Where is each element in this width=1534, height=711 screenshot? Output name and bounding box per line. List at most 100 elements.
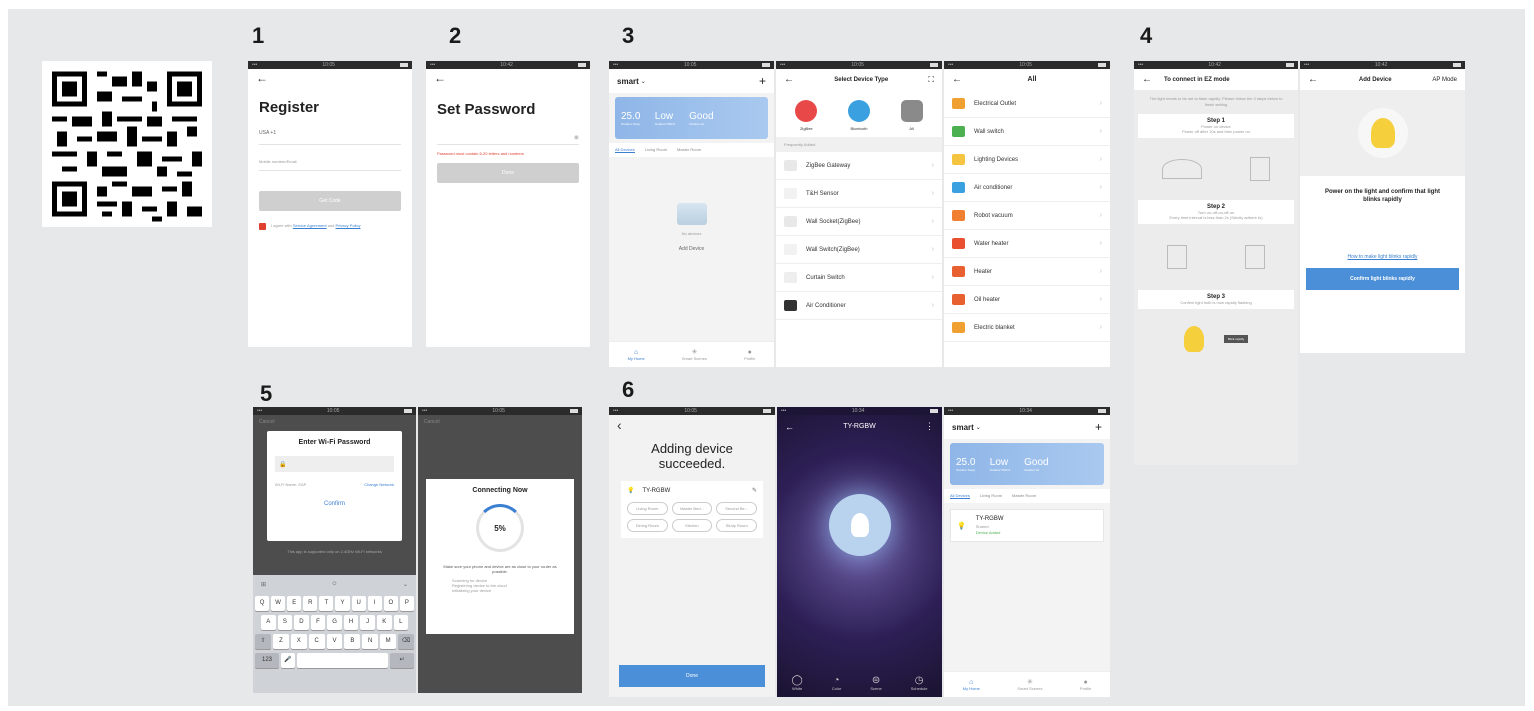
- edit-icon[interactable]: ✎: [752, 487, 757, 494]
- email-field[interactable]: Mobile number/Email: [248, 149, 412, 168]
- list-item[interactable]: Electric blanket ›: [944, 314, 1110, 342]
- add-device-link[interactable]: Add Device: [609, 246, 774, 252]
- room-chip[interactable]: Second Be...: [716, 502, 757, 515]
- back-arrow-icon[interactable]: ←: [785, 422, 794, 432]
- keyboard-key[interactable]: S: [277, 615, 293, 630]
- keyboard-emoji-icon[interactable]: ☺: [331, 581, 337, 588]
- list-item[interactable]: Electrical Outlet ›: [944, 90, 1110, 118]
- keyboard-key[interactable]: Y: [335, 596, 350, 611]
- back-arrow-icon[interactable]: ←: [1308, 74, 1318, 85]
- list-item[interactable]: Lighting Devices ›: [944, 146, 1110, 174]
- bluetooth-option[interactable]: Bluetooth: [847, 100, 870, 131]
- keyboard-key[interactable]: I: [367, 596, 382, 611]
- keyboard-key[interactable]: T: [319, 596, 334, 611]
- agree-checkbox[interactable]: [259, 223, 266, 230]
- get-code-button[interactable]: Get Code: [259, 191, 401, 211]
- keyboard-key[interactable]: U: [351, 596, 366, 611]
- scan-icon[interactable]: ⛶: [928, 75, 934, 85]
- country-select[interactable]: USA +1: [248, 126, 412, 140]
- confirm-blink-button[interactable]: Confirm light blinks rapidly: [1306, 268, 1459, 290]
- room-chip[interactable]: Study Room: [716, 519, 757, 532]
- back-chevron-icon[interactable]: ‹: [609, 415, 775, 435]
- room-chip[interactable]: Living Room: [627, 502, 668, 515]
- list-item[interactable]: Wall switch ›: [944, 118, 1110, 146]
- service-agreement-link[interactable]: Service Agreement: [293, 223, 327, 228]
- list-item[interactable]: ZigBee Gateway ›: [776, 152, 942, 180]
- cancel-link[interactable]: Cancel: [253, 415, 416, 429]
- keyboard-key[interactable]: Z: [273, 634, 289, 649]
- keyboard-key[interactable]: A: [261, 615, 276, 630]
- tab-all-devices[interactable]: All Devices: [615, 147, 635, 153]
- home-name[interactable]: smart: [952, 423, 974, 432]
- keyboard-key[interactable]: W: [271, 596, 286, 611]
- mode-white[interactable]: ◯ White: [792, 675, 803, 691]
- chevron-down-icon[interactable]: ⌄: [641, 78, 646, 85]
- list-item[interactable]: Oil heater ›: [944, 286, 1110, 314]
- keyboard-key[interactable]: N: [362, 634, 379, 649]
- how-to-link[interactable]: How to make light blinks rapidly: [1300, 254, 1465, 260]
- list-item[interactable]: Heater ›: [944, 258, 1110, 286]
- keyboard-key[interactable]: F: [310, 615, 326, 630]
- list-item[interactable]: Robot vacuum ›: [944, 202, 1110, 230]
- keyboard-key[interactable]: P: [399, 596, 414, 611]
- tab-profile[interactable]: ● Profile: [744, 349, 755, 361]
- mic-key[interactable]: 🎤: [281, 653, 295, 668]
- back-arrow-icon[interactable]: ←: [784, 74, 794, 85]
- more-icon[interactable]: ⋮: [925, 421, 934, 432]
- list-item[interactable]: Curtain Switch ›: [776, 264, 942, 292]
- keyboard-key[interactable]: L: [393, 615, 409, 630]
- list-item[interactable]: T&H Sensor ›: [776, 180, 942, 208]
- zigbee-option[interactable]: ZigBee: [795, 100, 818, 131]
- keyboard-key[interactable]: X: [290, 634, 307, 649]
- eye-icon[interactable]: ◉: [574, 134, 579, 141]
- tab-all-devices[interactable]: All Devices: [950, 493, 970, 499]
- keyboard-key[interactable]: H: [343, 615, 359, 630]
- ap-mode-link[interactable]: AP Mode: [1432, 77, 1457, 83]
- list-item[interactable]: Air Conditioner ›: [776, 292, 942, 320]
- keyboard-key[interactable]: B: [344, 634, 361, 649]
- tab-living-room[interactable]: Living Room: [980, 493, 1002, 499]
- backspace-key[interactable]: ⌫: [398, 634, 414, 649]
- tab-living-room[interactable]: Living Room: [645, 147, 667, 153]
- back-arrow-icon[interactable]: ←: [248, 69, 412, 87]
- tab-master-room[interactable]: Master Room: [1012, 493, 1036, 499]
- keyboard-key[interactable]: K: [376, 615, 392, 630]
- keyboard-key[interactable]: J: [360, 615, 375, 630]
- mode-scene[interactable]: ⊜ Scene: [870, 675, 881, 691]
- password-field[interactable]: [437, 134, 574, 141]
- back-arrow-icon[interactable]: ←: [952, 74, 962, 85]
- home-name[interactable]: smart: [617, 77, 639, 86]
- device-card[interactable]: 💡 TY-RGBW Shared Device Added: [950, 509, 1104, 542]
- tab-smart-scenes[interactable]: ✳ Smart Scenes: [682, 348, 707, 361]
- keyboard-key[interactable]: V: [326, 634, 343, 649]
- all-option[interactable]: All: [900, 100, 923, 131]
- keyboard-key[interactable]: Q: [255, 596, 270, 611]
- mode-schedule[interactable]: ◷ Schedule: [911, 675, 928, 691]
- keyboard-key[interactable]: G: [327, 615, 342, 630]
- add-icon[interactable]: +: [1095, 420, 1102, 434]
- keyboard-key[interactable]: E: [287, 596, 302, 611]
- done-button[interactable]: Done: [437, 163, 579, 183]
- room-chip[interactable]: Master Bed...: [671, 502, 713, 515]
- keyboard-key[interactable]: M: [380, 634, 397, 649]
- chevron-down-icon[interactable]: ⌄: [976, 424, 981, 431]
- tab-smart-scenes[interactable]: ✳ Smart Scenes: [1017, 678, 1042, 691]
- keyboard-hide-icon[interactable]: ⌄: [403, 581, 408, 588]
- done-button[interactable]: Done: [619, 665, 765, 687]
- return-key[interactable]: ↵: [390, 653, 414, 668]
- keyboard-key[interactable]: R: [303, 596, 318, 611]
- confirm-button[interactable]: Confirm: [275, 501, 394, 507]
- keyboard-grid-icon[interactable]: ⊞: [261, 581, 266, 588]
- cancel-link[interactable]: Cancel: [418, 415, 582, 429]
- keyboard-key[interactable]: D: [294, 615, 309, 630]
- room-chip[interactable]: Dining Room: [627, 519, 668, 532]
- add-icon[interactable]: +: [759, 74, 766, 88]
- shift-key[interactable]: ⇧: [255, 634, 271, 649]
- room-chip[interactable]: Kitchen: [671, 519, 713, 532]
- list-item[interactable]: Wall Switch(ZigBee) ›: [776, 236, 942, 264]
- change-network-link[interactable]: Change Network: [364, 482, 394, 487]
- list-item[interactable]: Air conditioner ›: [944, 174, 1110, 202]
- space-key[interactable]: [297, 653, 388, 668]
- tab-master-room[interactable]: Master Room: [677, 147, 701, 153]
- list-item[interactable]: Wall Socket(ZigBee) ›: [776, 208, 942, 236]
